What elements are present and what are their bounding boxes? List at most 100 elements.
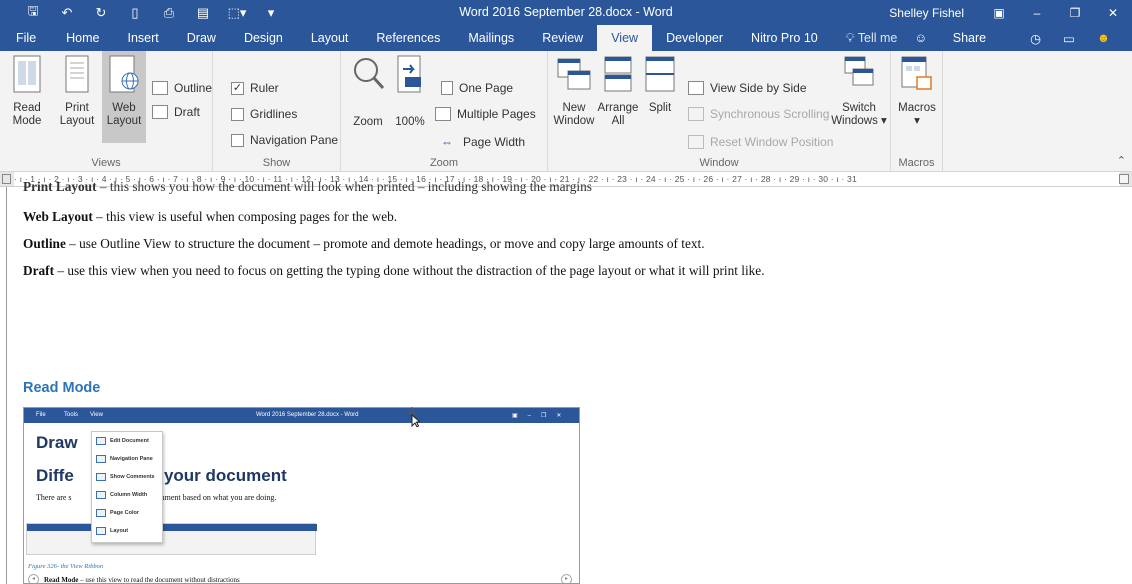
switch-windows-line2: Windows ▾ — [831, 115, 887, 127]
group-zoom: Zoom 100% One Page Multiple Pages ⇔ Page… — [341, 51, 548, 172]
group-label-macros: Macros — [898, 157, 935, 169]
right-indent-marker[interactable] — [1119, 174, 1129, 184]
embedded-ribbon-image — [26, 523, 317, 555]
open-icon[interactable]: ▤ — [186, 5, 220, 21]
tab-view[interactable]: View — [597, 25, 653, 51]
undo-icon[interactable]: ↶ — [50, 5, 84, 21]
show-comments-icon — [96, 473, 106, 481]
group-show: ✓ Ruler Gridlines Navigation Pane Show — [213, 51, 341, 172]
draft-button[interactable]: Draft — [152, 105, 200, 119]
gridlines-checkbox[interactable]: Gridlines — [231, 107, 297, 121]
save-icon[interactable]: 🖫 — [16, 2, 50, 24]
tab-mailings[interactable]: Mailings — [454, 25, 528, 51]
embedded-heading-2-start: Diffe — [36, 466, 74, 485]
embedded-menu-item-label: Column Width — [110, 492, 148, 498]
macros-button[interactable]: Macros ▾ — [895, 55, 939, 128]
paragraph-print-layout[interactable]: Print Layout – this shows you how the do… — [23, 179, 592, 195]
macros-caret: ▾ — [914, 115, 920, 127]
tab-file[interactable]: File — [0, 25, 52, 51]
embedded-menu-tools: Tools — [64, 412, 79, 418]
reset-position-label: Reset Window Position — [710, 135, 834, 149]
tab-layout[interactable]: Layout — [297, 25, 363, 51]
embedded-menu-item: Page Color — [96, 509, 139, 517]
tab-references[interactable]: References — [362, 25, 454, 51]
one-page-button[interactable]: One Page — [441, 81, 513, 95]
tab-draw[interactable]: Draw — [173, 25, 230, 51]
lightbulb-icon: 💡︎ — [845, 31, 855, 45]
reset-position-icon — [688, 135, 704, 149]
tab-nitro-pro[interactable]: Nitro Pro 10 — [737, 25, 832, 51]
outline-button[interactable]: Outline — [152, 81, 212, 95]
switch-windows-icon — [844, 56, 874, 86]
smiley-icon[interactable]: ☻ — [1097, 31, 1110, 45]
draft-label: Draft — [174, 105, 201, 119]
arrange-all-button[interactable]: Arrange All — [596, 55, 640, 128]
switch-windows-button[interactable]: Switch Windows ▾ — [830, 55, 888, 128]
embedded-page: Drawing Diffews of your document There a… — [24, 423, 579, 584]
paragraph-term: Web Layout — [23, 209, 93, 224]
arrange-all-line2: All — [611, 115, 625, 127]
macros-label: Macros — [898, 102, 936, 114]
tab-selector-icon[interactable] — [2, 174, 11, 184]
navigation-pane-icon — [96, 455, 106, 463]
ribbon-display-icon[interactable]: ▣ — [980, 6, 1018, 20]
print-preview-icon[interactable]: ⎙ — [152, 5, 186, 21]
redo-icon[interactable]: ↻ — [84, 5, 118, 21]
minimize-icon[interactable]: – — [1018, 6, 1056, 20]
collapse-ribbon-icon[interactable]: ⌃ — [1117, 154, 1126, 167]
quick-access-toolbar: 🖫 ↶ ↻ ▯ ⎙ ▤ ⬚▾ ▾ — [0, 0, 288, 25]
paragraph-web-layout[interactable]: Web Layout – this view is useful when co… — [23, 209, 397, 225]
web-layout-button[interactable]: Web Layout — [102, 51, 146, 143]
reset-window-position-button[interactable]: Reset Window Position — [688, 135, 833, 149]
new-window-button[interactable]: New Window — [552, 55, 596, 128]
outline-icon — [152, 81, 168, 95]
ruler-checkbox[interactable]: ✓ Ruler — [231, 81, 279, 95]
customize-qat-icon[interactable]: ▾ — [254, 5, 288, 21]
view-side-by-side-button[interactable]: View Side by Side — [688, 81, 807, 95]
share-button[interactable]: ☺ Share — [915, 31, 1009, 45]
format-painter-icon[interactable]: ⬚▾ — [220, 5, 254, 21]
heading-read-mode[interactable]: Read Mode — [23, 380, 100, 396]
paragraph-draft[interactable]: Draft – use this view when you need to f… — [23, 263, 765, 279]
page-width-button[interactable]: ⇔ Page Width — [441, 135, 525, 149]
paragraph-outline[interactable]: Outline – use Outline View to structure … — [23, 236, 705, 252]
draft-icon — [152, 105, 168, 119]
activity-icon[interactable]: ◷ — [1030, 31, 1041, 46]
user-name[interactable]: Shelley Fishel — [889, 6, 964, 20]
group-views: Read Mode Print Layout Web Layout Outlin… — [0, 51, 213, 172]
read-mode-button[interactable]: Read Mode — [10, 55, 44, 128]
zoom-button[interactable]: Zoom — [347, 55, 389, 129]
arrange-all-icon — [604, 56, 632, 92]
navigation-pane-checkbox[interactable]: Navigation Pane — [231, 133, 338, 147]
navigation-pane-check-icon — [231, 133, 244, 147]
tell-me-box[interactable]: 💡︎ Tell me — [832, 25, 912, 51]
tab-design[interactable]: Design — [230, 25, 297, 51]
synchronous-scrolling-button[interactable]: Synchronous Scrolling — [688, 107, 829, 121]
person-icon: ☺ — [914, 31, 928, 45]
new-document-icon[interactable]: ▯ — [118, 5, 152, 21]
embedded-screenshot[interactable]: File Tools View Word 2016 September 28.d… — [23, 407, 580, 584]
restore-icon[interactable]: ❐ — [1056, 6, 1094, 20]
document-area[interactable]: Print Layout – this shows you how the do… — [0, 179, 1132, 584]
embedded-prev-page-icon: ◂ — [28, 574, 39, 583]
print-layout-button[interactable]: Print Layout — [58, 55, 96, 128]
multiple-pages-label: Multiple Pages — [457, 107, 536, 121]
read-mode-line1: Read — [13, 102, 41, 114]
split-button[interactable]: Split — [642, 55, 678, 115]
magnifier-icon — [354, 58, 385, 90]
close-icon[interactable]: ✕ — [1094, 6, 1132, 20]
print-layout-icon — [65, 55, 89, 93]
ruler-check-icon: ✓ — [231, 81, 244, 95]
tab-home[interactable]: Home — [52, 25, 113, 51]
embedded-read-mode-text: – use this view to read the document wit… — [78, 576, 240, 584]
paragraph-text: – this view is useful when composing pag… — [92, 209, 398, 224]
multiple-pages-button[interactable]: Multiple Pages — [435, 107, 536, 121]
paragraph-text: – use Outline View to structure the docu… — [65, 236, 705, 251]
tab-insert[interactable]: Insert — [114, 25, 173, 51]
zoom-100-button[interactable]: 100% — [393, 55, 427, 129]
page-edge — [6, 187, 7, 584]
comments-icon[interactable]: ▭ — [1063, 31, 1075, 46]
tab-developer[interactable]: Developer — [652, 25, 737, 51]
embedded-body-start: There are s — [36, 493, 72, 502]
tab-review[interactable]: Review — [528, 25, 597, 51]
